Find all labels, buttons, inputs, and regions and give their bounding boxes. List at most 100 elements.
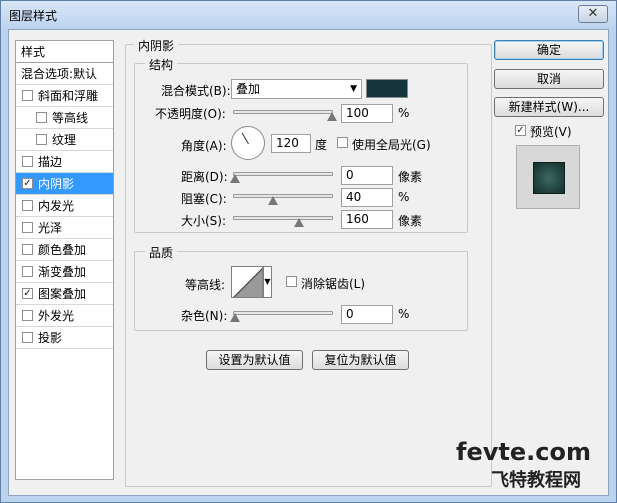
size-slider-thumb[interactable] [294,218,304,227]
size-input[interactable]: 160 [341,210,393,229]
preview-swatch [533,162,565,194]
style-item-checkbox[interactable] [22,222,33,233]
distance-input[interactable]: 0 [341,166,393,185]
style-item-checkbox[interactable] [22,332,33,343]
style-item[interactable]: 投影 [16,327,113,349]
antialias-label: 消除锯齿(L) [301,277,366,291]
style-item-label: 光泽 [38,221,63,235]
style-item-label: 等高线 [52,111,89,125]
preview-label: 预览(V) [530,125,572,139]
antialias-checkbox[interactable] [286,276,297,287]
blend-options-label: 混合选项:默认 [21,67,98,81]
style-item-label: 外发光 [38,309,75,323]
angle-needle [241,132,249,145]
style-item-checkbox[interactable]: ✓ [22,178,33,189]
contour-picker[interactable] [231,266,263,298]
blend-options-item[interactable]: 混合选项:默认 [16,63,113,85]
title-bar: 图层样式 ✕ [1,1,616,29]
style-item[interactable]: 内发光 [16,195,113,217]
style-item[interactable]: 颜色叠加 [16,239,113,261]
style-item[interactable]: 描边 [16,151,113,173]
cancel-button[interactable]: 取消 [494,69,604,89]
size-slider-track[interactable] [233,216,333,220]
styles-header[interactable]: 样式 [16,41,113,63]
angle-input[interactable]: 120 [271,134,311,153]
choke-slider-track[interactable] [233,194,333,198]
style-item[interactable]: 外发光 [16,305,113,327]
noise-slider-track[interactable] [233,311,333,315]
set-default-button[interactable]: 设置为默认值 [206,350,303,370]
global-light-checkbox[interactable] [337,137,348,148]
style-item-label: 斜面和浮雕 [38,89,99,103]
choke-slider-thumb[interactable] [268,196,278,205]
style-item-checkbox[interactable] [22,200,33,211]
distance-slider-track[interactable] [233,172,333,176]
noise-label: 杂色(N): [181,309,228,323]
opacity-slider-track[interactable] [233,110,333,114]
layer-style-dialog: 图层样式 ✕ 样式 混合选项:默认 斜面和浮雕 等高线 纹理 描边 ✓ 内阴影 内发光 光泽颜… [0,0,617,503]
choke-unit: % [398,190,410,204]
noise-percent: % [398,307,410,321]
structure-title: 结构 [145,56,178,73]
preview-checkbox[interactable]: ✓ [515,125,526,136]
style-item-label: 渐变叠加 [38,265,87,279]
angle-dial[interactable] [231,126,265,160]
style-item-checkbox[interactable] [36,134,47,145]
style-item[interactable]: 光泽 [16,217,113,239]
opacity-percent: % [398,106,410,120]
ok-button[interactable]: 确定 [494,40,604,60]
size-unit: 像素 [398,214,423,228]
style-item[interactable]: 斜面和浮雕 [16,85,113,107]
close-button[interactable]: ✕ [578,5,608,23]
opacity-label: 不透明度(O): [155,107,226,121]
style-item-checkbox[interactable] [22,310,33,321]
style-item-label: 投影 [38,331,63,345]
quality-title: 品质 [145,244,178,261]
inner-shadow-title: 内阴影 [134,37,179,54]
inner-shadow-group: 内阴影 结构 混合模式(B): 叠加 ▼ 不透明度(O): 100 % 角度(A… [125,37,492,487]
style-item-checkbox[interactable] [22,266,33,277]
blend-mode-value: 叠加 [236,82,261,96]
contour-label: 等高线: [185,278,226,292]
reset-default-button[interactable]: 复位为默认值 [312,350,409,370]
style-item-checkbox[interactable] [22,156,33,167]
angle-degree-unit: 度 [315,138,328,152]
blend-mode-select[interactable]: 叠加 ▼ [231,79,362,99]
style-item-checkbox[interactable] [22,90,33,101]
style-item-label: 描边 [38,155,63,169]
distance-unit: 像素 [398,170,423,184]
style-item-label: 颜色叠加 [38,243,87,257]
blend-mode-label: 混合模式(B): [161,84,231,98]
style-item-label: 纹理 [52,133,77,147]
global-light-label: 使用全局光(G) [352,138,431,152]
watermark-domain: fevte.com [456,438,591,466]
opacity-slider-thumb[interactable] [327,112,337,121]
contour-dropdown-arrow[interactable]: ▼ [263,266,272,298]
dialog-body: 样式 混合选项:默认 斜面和浮雕 等高线 纹理 描边 ✓ 内阴影 内发光 光泽 颜色叠加 渐变叠加… [8,29,609,496]
shadow-color-swatch[interactable] [366,79,408,98]
style-item[interactable]: 渐变叠加 [16,261,113,283]
opacity-input[interactable]: 100 [341,104,393,123]
style-item[interactable]: 纹理 [16,129,113,151]
distance-slider-thumb[interactable] [230,174,240,183]
angle-label: 角度(A): [181,139,227,153]
style-preview [516,145,580,209]
watermark-site-name: 飞特教程网 [491,470,581,491]
contour-curve-icon [233,268,262,297]
style-item-checkbox[interactable] [36,112,47,123]
style-item-label: 内发光 [38,199,75,213]
new-style-button[interactable]: 新建样式(W)... [494,97,604,117]
style-item[interactable]: ✓ 图案叠加 [16,283,113,305]
choke-label: 阻塞(C): [181,192,227,206]
style-item-checkbox[interactable]: ✓ [22,288,33,299]
size-label: 大小(S): [181,214,227,228]
choke-input[interactable]: 40 [341,188,393,207]
noise-input[interactable]: 0 [341,305,393,324]
noise-slider-thumb[interactable] [230,313,240,322]
structure-group: 结构 混合模式(B): 叠加 ▼ 不透明度(O): 100 % 角度(A): 1… [134,56,468,233]
style-item[interactable]: ✓ 内阴影 [16,173,113,195]
quality-group: 品质 等高线: ▼ 消除锯齿(L) 杂色(N): 0 % [134,244,468,331]
style-item[interactable]: 等高线 [16,107,113,129]
chevron-down-icon: ▼ [350,84,357,94]
style-item-checkbox[interactable] [22,244,33,255]
